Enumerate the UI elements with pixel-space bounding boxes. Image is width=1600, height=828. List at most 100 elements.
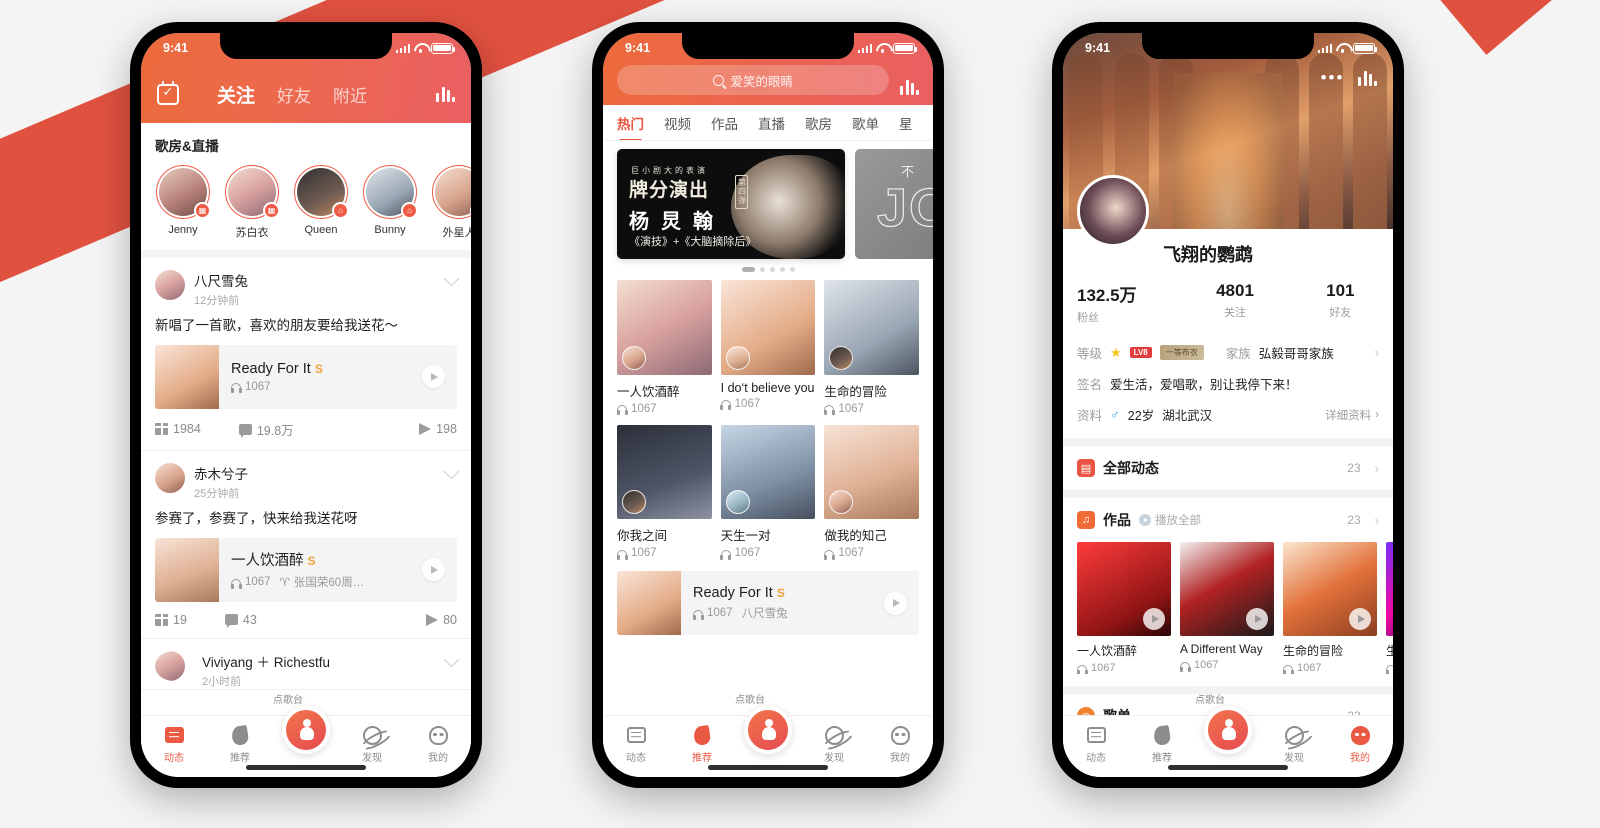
share-action[interactable]: 80 [426,613,457,627]
tabbar-item-tuijian[interactable]: 推荐 [207,724,273,764]
tab-nearby[interactable]: 附近 [333,82,367,107]
tabbar-item-faxian[interactable]: 发现 [1261,724,1327,764]
tab-video[interactable]: 视频 [664,113,691,133]
avatar[interactable] [155,462,185,493]
play-button[interactable] [422,558,445,582]
profile-top-actions[interactable]: ••• [1321,69,1377,87]
live-item[interactable]: ⌂ Bunny [362,165,418,240]
tab-hot[interactable]: 热门 [617,113,644,140]
tab-songroom[interactable]: 歌房 [805,113,832,133]
chart-bars-icon[interactable] [1358,71,1377,86]
banner-slide-active[interactable]: 巨小剧大的表演 牌分演出 第四弹 杨炅翰 《演技》+《大脑摘除后》 [617,149,845,259]
chevron-down-icon[interactable] [443,270,460,287]
owl-icon [890,725,910,745]
grid-item[interactable]: 你我之间 1067 [616,424,712,560]
profile-stats[interactable]: 132.5万 粉丝 4801 关注 101 好友 [1063,267,1393,337]
feed-post[interactable]: 赤木兮子 25分钟前 参赛了，参赛了，快来给我送花呀 一人饮酒醉 S 1067 … [141,451,471,639]
play-button[interactable] [1246,608,1268,630]
chart-bars-icon[interactable] [436,86,455,102]
play-all-button[interactable]: 播放全部 [1139,512,1201,528]
chevron-down-icon[interactable] [443,463,460,480]
tabbar-item-tuijian[interactable]: 推荐 [669,724,735,764]
live-item[interactable]: ▦ Jenny [155,165,211,240]
live-avatars-row[interactable]: ▦ Jenny ▦ 苏白衣 ⌂ Queen ⌂ Bunny 外星 [155,165,471,240]
tab-star[interactable]: 星 [899,113,913,133]
grid-item[interactable]: I do‘t believe you 1067 [720,280,816,415]
tabbar-item-tuijian[interactable]: 推荐 [1129,724,1195,764]
tabbar-item-dongtai[interactable]: 动态 [603,724,669,764]
live-item[interactable]: ⌂ Queen [293,165,349,240]
tabbar-item-faxian[interactable]: 发现 [801,724,867,764]
chevron-right-icon[interactable]: › [1375,513,1379,528]
play-button[interactable] [1143,608,1165,630]
song-grid[interactable]: 一人饮酒醉 1067 I do‘t believe you 1067 生命的冒险… [603,280,933,560]
stat-followers[interactable]: 132.5万 粉丝 [1077,281,1182,325]
phone2-category-tabs[interactable]: 热门 视频 作品 直播 歌房 歌单 星 [603,105,933,141]
featured-song-row[interactable]: Ready For It S 1067 八尺雪兔 [617,571,919,636]
grid-item[interactable]: 天生一对 1067 [720,424,816,560]
tabbar-item-wode[interactable]: 我的 [867,724,933,764]
song-card[interactable]: Ready For It S 1067 八尺雪兔 [617,571,919,636]
carousel-dots[interactable] [617,259,919,280]
comment-action[interactable]: 19.8万 [238,420,294,439]
grid-item[interactable]: 做我的知己 1067 [823,424,919,560]
mic-singer-icon[interactable] [744,706,792,754]
chart-bars-icon[interactable] [900,80,919,95]
phone2-body[interactable]: 巨小剧大的表演 牌分演出 第四弹 杨炅翰 《演技》+《大脑摘除后》 不 JO 一… [603,141,933,777]
calendar-check-icon[interactable] [157,80,179,105]
banner-carousel[interactable]: 巨小剧大的表演 牌分演出 第四弹 杨炅翰 《演技》+《大脑摘除后》 不 JO [603,141,933,280]
section-all-posts[interactable]: ▤ 全部动态 23 › [1063,446,1393,490]
stat-friends[interactable]: 101 好友 [1288,281,1393,325]
avatar[interactable] [1077,175,1149,247]
feed-post[interactable]: Viviyang ＋ Richestfu 2小时前 [141,639,471,690]
work-item[interactable]: A Different Way 1067 [1179,542,1274,674]
feed-username[interactable]: 赤木兮子 [194,463,437,483]
chevron-right-icon[interactable]: › [1375,345,1379,360]
works-carousel[interactable]: 一人饮酒醉 1067 A Different Way 1067 生命的冒险 10… [1063,542,1393,674]
detail-profile-link[interactable]: 详细资料 › [1325,407,1379,423]
live-item[interactable]: ▦ 苏白衣 [224,165,280,240]
song-card[interactable]: Ready For It S 1067 [155,344,457,409]
profile-row-info[interactable]: 资料 ♂ 22岁 湖北武汉 详细资料 › [1077,399,1379,430]
banner-slide-next[interactable]: 不 JO [855,149,933,259]
comment-action[interactable]: 43 [224,613,257,629]
tab-friends[interactable]: 好友 [277,82,311,107]
avatar[interactable] [155,650,193,681]
feed-post[interactable]: 八尺雪兔 12分钟前 新唱了一首歌，喜欢的朋友要给我送花～ Ready For … [141,258,471,451]
section-works[interactable]: ♫ 作品 播放全部 23 › [1063,498,1393,542]
tabbar-item-dongtai[interactable]: 动态 [1063,724,1129,764]
live-item[interactable]: ⌂ 外星人 [431,165,471,240]
search-input[interactable]: 爱笑的眼睛 [617,65,890,95]
phone1-body[interactable]: 歌房&直播 ▦ Jenny ▦ 苏白衣 ⌂ Queen ⌂ Bunny 外星 八… [141,123,471,777]
profile-row-level[interactable]: 等级 ★ LV8 一等布衣 家族 弘毅哥哥家族 › [1077,337,1379,368]
mic-singer-icon[interactable] [1204,706,1252,754]
tabbar-item-wode[interactable]: 我的 [405,724,471,764]
work-item[interactable]: 生命的冒 1067 [1385,542,1393,674]
work-item[interactable]: 一人饮酒醉 1067 [1076,542,1171,674]
tabbar-item-faxian[interactable]: 发现 [339,724,405,764]
chevron-right-icon[interactable]: › [1375,461,1379,476]
avatar[interactable] [155,270,185,300]
tab-works[interactable]: 作品 [711,113,738,133]
grid-item[interactable]: 生命的冒险 1067 [823,280,919,416]
feed-username[interactable]: 八尺雪兔 [194,270,437,290]
tab-follow[interactable]: 关注 [217,81,255,108]
tab-playlist[interactable]: 歌单 [852,113,879,133]
tab-live[interactable]: 直播 [758,113,785,133]
tabbar-item-wode[interactable]: 我的 [1327,724,1393,764]
tabbar-item-dongtai[interactable]: 动态 [141,724,207,764]
chevron-down-icon[interactable] [443,651,460,668]
work-item[interactable]: 生命的冒险 1067 [1282,542,1377,674]
mic-singer-icon[interactable] [282,706,330,754]
gift-action[interactable]: 19 [155,613,187,627]
play-button[interactable] [884,591,907,615]
play-button[interactable] [1349,608,1371,630]
more-dots-icon[interactable]: ••• [1321,69,1345,86]
grid-item[interactable]: 一人饮酒醉 1067 [616,280,712,416]
stat-following[interactable]: 4801 关注 [1182,281,1287,325]
feed-username[interactable]: Viviyang ＋ Richestfu [202,651,437,671]
play-button[interactable] [422,365,445,389]
share-action[interactable]: 198 [419,422,457,436]
gift-action[interactable]: 1984 [155,422,201,436]
song-card[interactable]: 一人饮酒醉 S 1067 ♈ 张国荣60周… [155,537,457,602]
